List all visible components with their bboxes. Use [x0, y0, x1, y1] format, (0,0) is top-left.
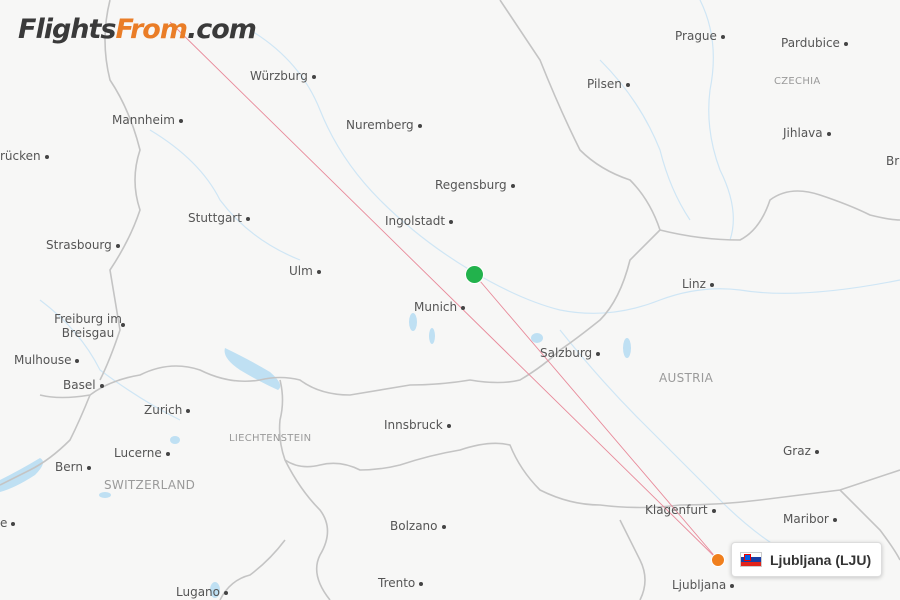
city-linz: Linz — [682, 277, 714, 291]
city-dot — [510, 183, 515, 188]
city-dot — [832, 517, 837, 522]
city-ljubljana: Ljubljana — [672, 578, 735, 592]
route-line-munich — [473, 273, 719, 561]
city-dot — [11, 521, 16, 526]
city-brno-partial: Br — [886, 154, 900, 168]
city-pardubice: Pardubice — [781, 36, 848, 50]
logo-part-from: From — [115, 14, 187, 45]
city-mulhouse: Mulhouse — [14, 353, 80, 367]
country-label-austria: AUSTRIA — [659, 371, 714, 385]
lakes — [0, 313, 631, 598]
city-dot — [709, 282, 714, 287]
city-dot — [186, 408, 191, 413]
city-dot — [75, 358, 80, 363]
logo-part-com: .com — [186, 14, 257, 45]
city-lugano: Lugano — [176, 585, 228, 599]
city-partial-left: e — [0, 516, 16, 530]
city-innsbruck: Innsbruck — [384, 418, 451, 432]
city-dot — [843, 41, 848, 46]
city-munich: Munich — [414, 300, 466, 314]
origin-airport-name: Ljubljana (LJU) — [770, 551, 872, 568]
city-dot — [730, 583, 735, 588]
city-lucerne: Lucerne — [114, 446, 170, 460]
city-dot — [178, 118, 183, 123]
city-dot — [461, 305, 466, 310]
city-dot — [245, 216, 250, 221]
city-freiburg: Freiburg im Breisgau — [53, 312, 125, 340]
country-label-switzerland: SWITZERLAND — [104, 478, 196, 492]
city-dot — [44, 154, 49, 159]
city-jihlava: Jihlava — [783, 126, 831, 140]
city-regensburg: Regensburg — [435, 178, 515, 192]
city-dot — [417, 123, 422, 128]
city-dot — [441, 524, 446, 529]
city-saarbrucken: rücken — [0, 149, 49, 163]
city-trento: Trento — [378, 576, 424, 590]
city-dot — [311, 74, 316, 79]
slovenia-flag-icon — [740, 552, 762, 567]
city-ulm: Ulm — [289, 264, 321, 278]
city-maribor: Maribor — [783, 512, 837, 526]
city-bern: Bern — [55, 460, 91, 474]
origin-airport-label[interactable]: Ljubljana (LJU) — [731, 542, 883, 577]
city-pilsen: Pilsen — [587, 77, 630, 91]
city-dot — [115, 243, 120, 248]
country-label-czechia: CZECHIA — [774, 76, 821, 87]
city-zurich: Zurich — [144, 403, 191, 417]
city-dot — [316, 269, 321, 274]
city-dot — [625, 82, 630, 87]
city-dot — [224, 590, 228, 595]
city-dot — [826, 131, 831, 136]
city-dot — [449, 219, 454, 224]
city-wurzburg: Würzburg — [250, 69, 316, 83]
city-strasbourg: Strasbourg — [46, 238, 120, 252]
city-dot — [419, 581, 424, 586]
country-label-liechtenstein: LIECHTENSTEIN — [229, 433, 312, 444]
city-dot — [446, 423, 451, 428]
city-dot — [711, 508, 716, 513]
city-graz: Graz — [783, 444, 819, 458]
city-prague: Prague — [675, 29, 725, 43]
logo-part-flights: Flights — [18, 14, 116, 45]
city-dot — [814, 449, 819, 454]
city-bolzano: Bolzano — [390, 519, 446, 533]
city-dot — [720, 34, 725, 39]
city-dot — [121, 323, 125, 327]
city-dot — [596, 351, 601, 356]
city-basel: Basel — [63, 378, 104, 392]
city-ingolstadt: Ingolstadt — [385, 214, 454, 228]
flightsfrom-logo[interactable]: FlightsFrom.com — [18, 14, 257, 45]
city-dot — [165, 451, 170, 456]
city-salzburg: Salzburg — [540, 346, 601, 360]
city-nuremberg: Nuremberg — [346, 118, 422, 132]
destination-airport-marker[interactable] — [465, 265, 484, 284]
city-dot — [86, 465, 91, 470]
city-dot — [99, 383, 104, 388]
city-klagenfurt: Klagenfurt — [645, 503, 716, 517]
city-stuttgart: Stuttgart — [188, 211, 250, 225]
city-mannheim: Mannheim — [112, 113, 183, 127]
origin-airport-marker[interactable] — [711, 553, 725, 567]
